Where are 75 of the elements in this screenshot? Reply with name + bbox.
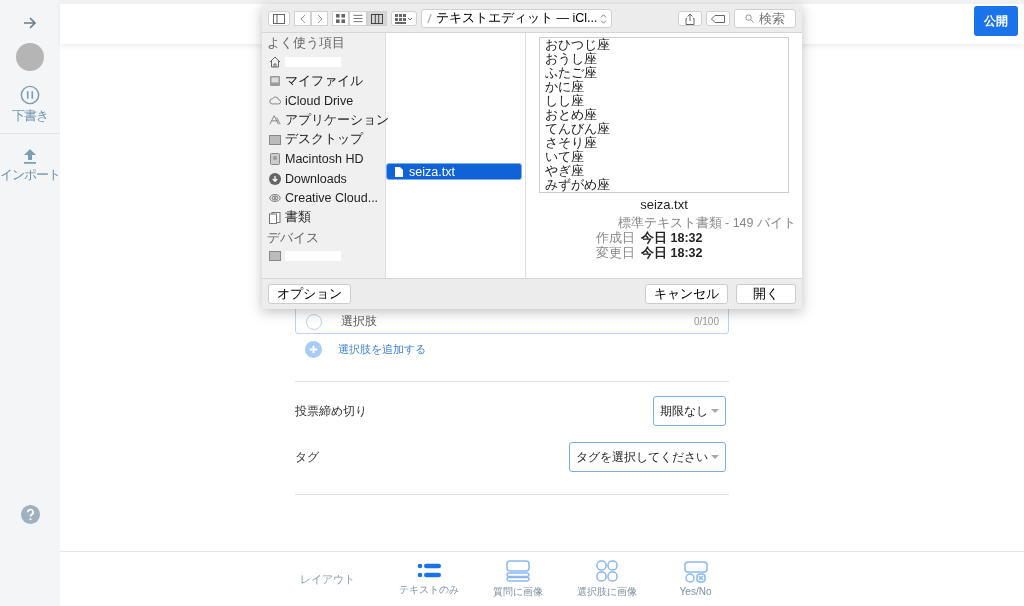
arrow-right-icon[interactable] [23,16,37,30]
publish-button[interactable]: 公開 [974,6,1018,36]
meta-value: 今日 18:32 [641,246,703,261]
section-heading: デバイス [267,230,320,246]
grid-icon [595,559,618,582]
layout-label: レイアウト [300,571,356,587]
file-name: seiza.txt [640,197,688,212]
grid-caret-icon [395,13,413,24]
sidebar-item[interactable]: Downloads [285,171,347,186]
setting-label: タグ [295,448,319,466]
chevron-right-icon [315,13,324,24]
sidebar-item[interactable]: Macintosh HD [285,152,364,167]
document-stack-icon[interactable] [269,75,281,88]
sidebar-item[interactable]: マイファイル [285,72,363,90]
layout-option[interactable]: Yes/No [651,561,740,597]
meta-label: 作成日 [596,231,635,246]
desktop-icon[interactable] [269,251,281,262]
sidebar-toggle-button[interactable] [268,11,290,26]
avatar[interactable] [16,43,44,71]
grid-icon [336,14,345,23]
list-icon [416,561,441,580]
column-view-button[interactable] [367,11,387,26]
home-icon[interactable] [269,55,281,68]
text-preview: おひつじ座 おうし座 ふたご座 かに座 しし座 おとめ座 てんびん座 さそり座 いて座 やぎ座 みずがめ座 [539,37,789,193]
select-dropdown[interactable]: 期限なし [653,396,726,426]
compass-icon[interactable] [269,114,281,127]
chevron-left-icon [298,13,307,24]
documents-icon[interactable] [269,211,281,224]
layout-option[interactable]: 質問に画像 [473,559,562,599]
layout-icon [505,559,530,582]
list-icon [353,14,363,23]
select-dropdown[interactable]: タグを選択してください [569,442,726,472]
rings-icon[interactable] [269,193,281,204]
layout-option[interactable]: 選択肢に画像 [562,559,651,599]
cloud-icon[interactable] [269,96,281,106]
meta-value: 今日 18:32 [641,231,703,246]
yes-no-icon [683,561,708,583]
file-kind: 標準テキスト書類 - 149 バイト [617,216,796,231]
character-counter: 0/100 [693,316,719,327]
section-heading: よく使う項目 [267,36,346,51]
cancel-button[interactable]: キャンセル [645,284,728,304]
forward-button[interactable] [311,11,328,26]
list-view-button[interactable] [349,11,367,26]
meta-label: 変更日 [596,246,635,261]
sidebar-item[interactable]: デスクトップ [285,131,363,149]
file-row[interactable]: seiza.txt [386,163,522,180]
help-icon[interactable] [20,505,40,524]
share-button[interactable] [678,11,702,26]
add-icon[interactable] [305,341,322,358]
layout-option[interactable]: テキストのみ [384,561,473,597]
share-icon [685,12,695,25]
columns-icon [371,13,383,24]
upload-icon[interactable] [22,148,38,164]
back-button[interactable] [294,11,311,26]
desktop-icon[interactable] [269,134,281,145]
search-field[interactable]: 検索 [734,9,796,28]
up-down-icon [600,13,608,24]
icon-view-button[interactable] [332,11,349,26]
sidebar-icon [273,13,285,24]
download-icon[interactable] [269,172,281,185]
tag-button[interactable] [706,11,730,26]
open-button[interactable]: 開く [736,284,796,304]
sidebar-item[interactable]: アプリケーション [285,111,389,129]
setting-label: 投票締め切り [295,402,367,420]
options-button[interactable]: オプション [268,284,351,304]
group-menu-button[interactable] [391,11,417,26]
sidebar-item[interactable]: Creative Cloud... [285,191,379,206]
search-icon [745,14,754,23]
sidebar-item[interactable]: 書類 [285,209,311,227]
pause-icon[interactable] [20,85,40,105]
add-choice-link[interactable]: 選択肢を追加する [338,342,426,357]
sidebar-item[interactable]: iCloud Drive [285,93,354,108]
path-popup[interactable]: テキストエディット — iCl... [421,9,613,28]
file-icon [395,166,403,177]
tag-icon [711,14,725,23]
